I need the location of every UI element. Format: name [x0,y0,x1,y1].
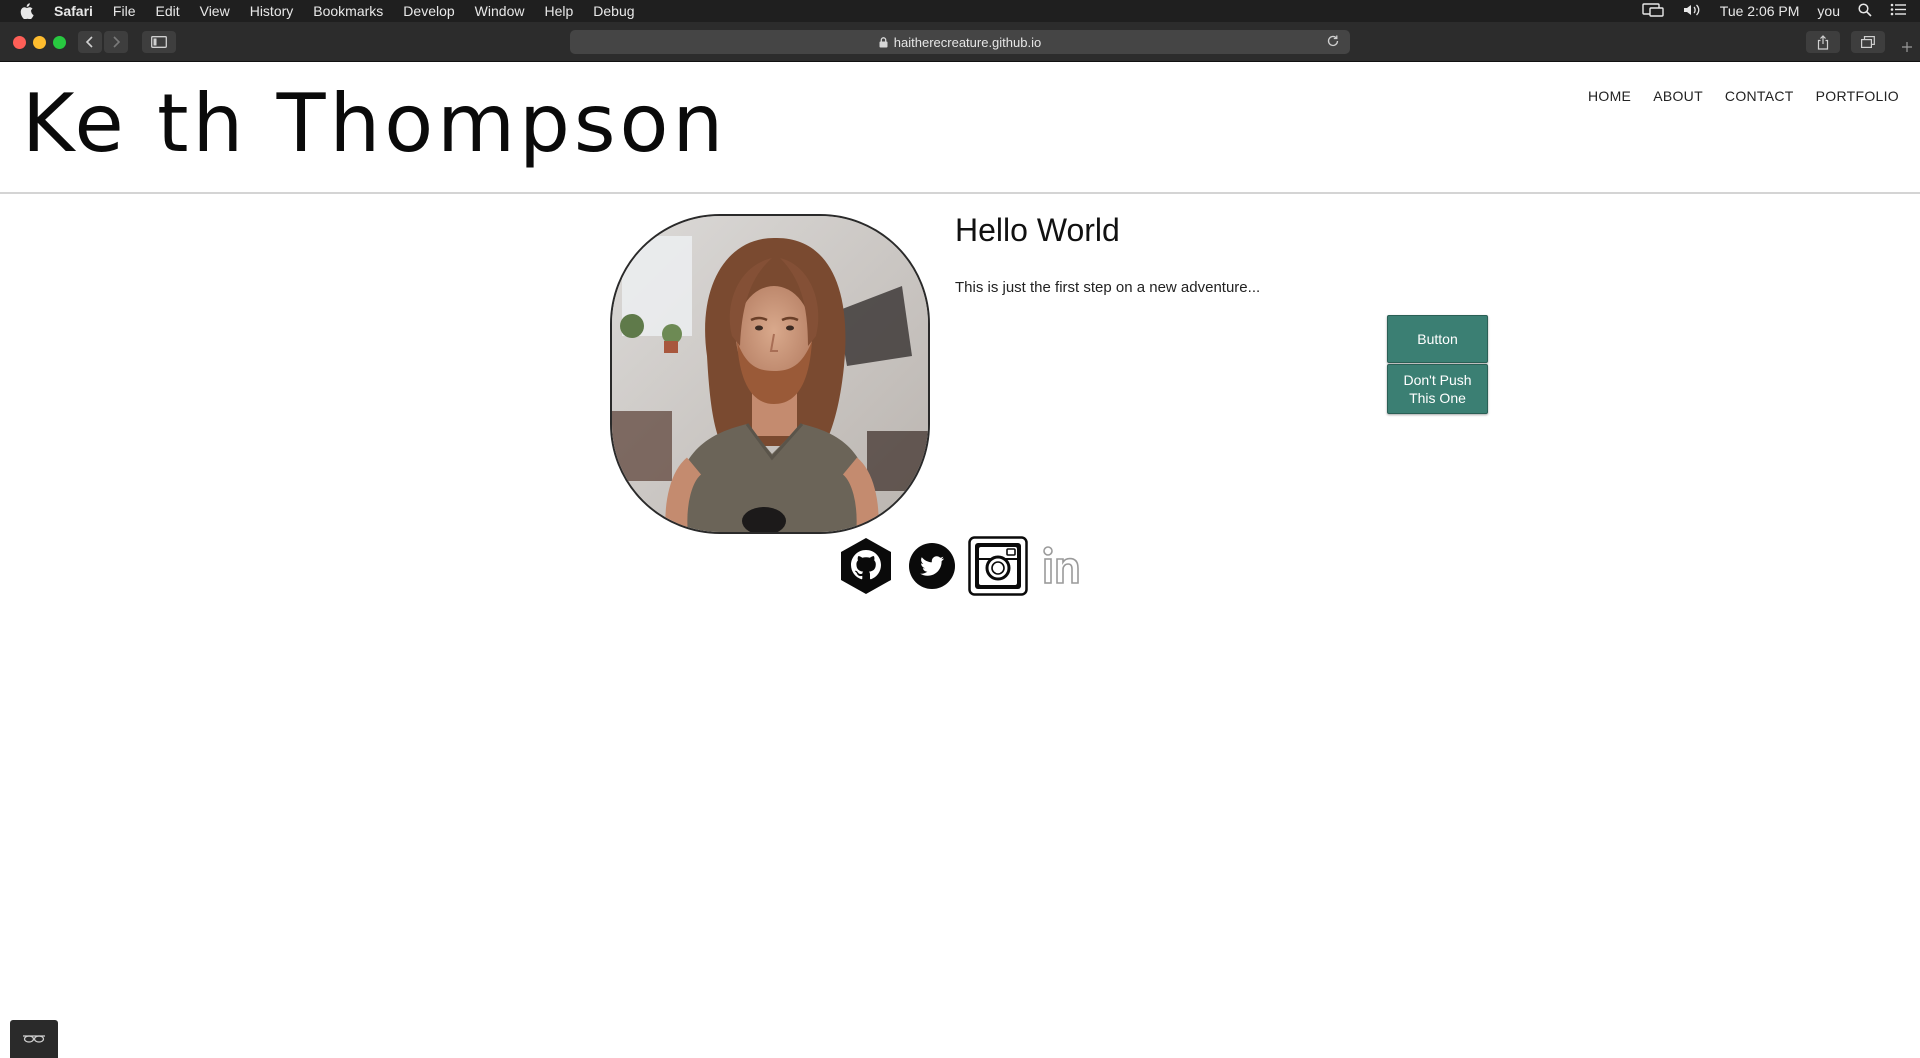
volume-icon[interactable] [1682,3,1702,20]
social-links [836,535,1094,597]
menu-window[interactable]: Window [475,3,525,19]
menu-debug[interactable]: Debug [593,3,634,19]
menu-help[interactable]: Help [544,3,573,19]
new-tab-button[interactable] [1894,32,1920,62]
instagram-icon[interactable] [968,535,1028,597]
close-window-button[interactable] [13,36,26,49]
site-nav: HOME ABOUT CONTACT PORTFOLIO [1588,88,1899,104]
menubar-user[interactable]: you [1817,3,1840,19]
menu-edit[interactable]: Edit [155,3,179,19]
spotlight-search-icon[interactable] [1858,2,1872,20]
menubar-clock[interactable]: Tue 2:06 PM [1720,3,1800,19]
sidebar-icon [151,36,167,48]
address-bar[interactable]: haitherecreature.github.io [570,30,1350,54]
primary-button[interactable]: Button [1387,315,1488,363]
url-text[interactable]: haitherecreature.github.io [894,35,1041,50]
display-mirroring-icon[interactable] [1642,2,1664,20]
minimize-window-button[interactable] [33,36,46,49]
menu-file[interactable]: File [113,3,136,19]
zoom-window-button[interactable] [53,36,66,49]
glasses-icon [23,1035,45,1043]
github-icon[interactable] [836,535,896,597]
nav-about-link[interactable]: ABOUT [1653,88,1703,104]
menu-history[interactable]: History [250,3,294,19]
reload-icon[interactable] [1326,34,1342,50]
notification-center-icon[interactable] [1890,3,1906,19]
apple-menu-icon[interactable] [20,3,34,19]
nav-portfolio-link[interactable]: PORTFOLIO [1816,88,1899,104]
tagline-text: This is just the first step on a new adv… [955,279,1261,296]
forward-button[interactable] [104,31,128,53]
nav-contact-link[interactable]: CONTACT [1725,88,1794,104]
site-header: Ke th Thompson HOME ABOUT CONTACT PORTFO… [0,62,1920,194]
chevron-right-icon [113,36,121,48]
sidebar-toggle-button[interactable] [142,31,176,53]
tabs-icon [1861,36,1875,48]
menu-develop[interactable]: Develop [403,3,454,19]
profile-photo [610,214,930,534]
nav-home-link[interactable]: HOME [1588,88,1631,104]
lock-icon [879,36,888,47]
menu-view[interactable]: View [200,3,230,19]
share-icon [1817,34,1829,50]
dont-push-button[interactable]: Don't Push This One [1387,364,1488,414]
webpage: Ke th Thompson HOME ABOUT CONTACT PORTFO… [0,62,1920,1058]
hello-heading: Hello World [955,212,1120,248]
browser-toolbar: haitherecreature.github.io [0,22,1920,62]
site-title: Ke th Thompson [22,77,728,170]
macos-menubar: Safari File Edit View History Bookmarks … [0,0,1920,22]
twitter-icon[interactable] [902,535,962,597]
tab-overview-button[interactable] [1851,31,1885,53]
back-button[interactable] [78,31,102,53]
menu-bookmarks[interactable]: Bookmarks [313,3,383,19]
chevron-left-icon [85,36,93,48]
menu-app-name[interactable]: Safari [54,3,93,19]
plus-icon [1902,42,1912,52]
linkedin-icon[interactable] [1034,535,1094,597]
floating-widget-button[interactable] [10,1020,58,1058]
share-button[interactable] [1806,31,1840,53]
